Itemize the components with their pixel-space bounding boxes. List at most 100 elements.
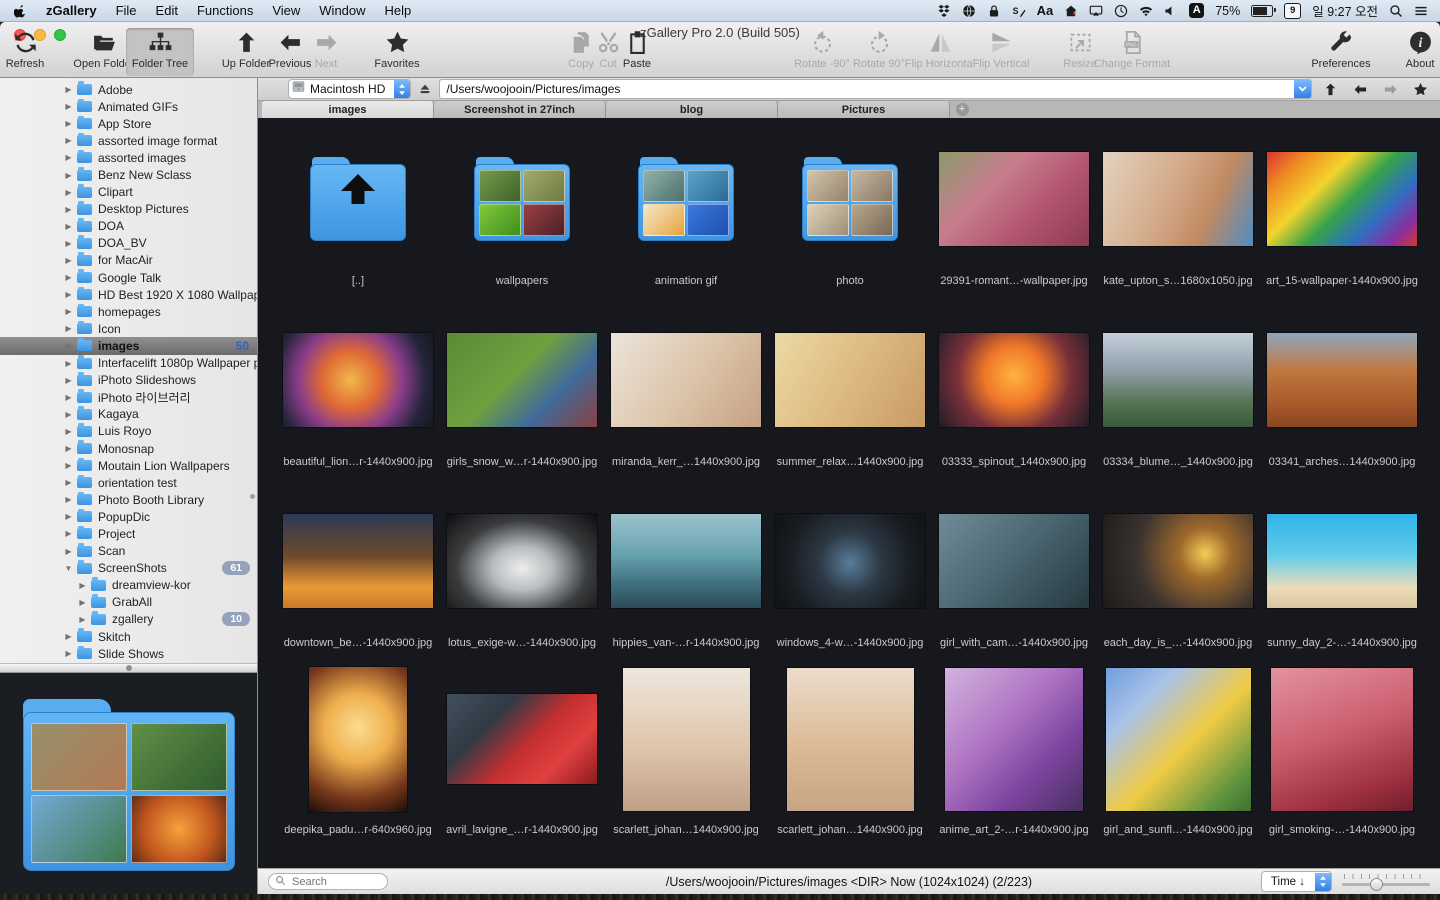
input-source-icon[interactable]: A <box>1189 3 1204 18</box>
text-size-icon[interactable]: Aa <box>1037 3 1054 18</box>
grid-item-image[interactable]: summer_relax…1440x900.jpg <box>768 330 932 511</box>
grid-item-image[interactable]: avril_lavigne_…r-1440x900.jpg <box>440 666 604 836</box>
triangle-right-icon[interactable]: ▶ <box>62 153 75 162</box>
menu-item-edit[interactable]: Edit <box>156 3 178 18</box>
grid-item-image[interactable]: lotus_exige-w…-1440x900.jpg <box>440 511 604 666</box>
path-input[interactable]: /Users/woojooin/Pictures/images <box>439 79 1312 99</box>
sidebar-item-skitch[interactable]: ▶Skitch <box>0 628 257 645</box>
triangle-right-icon[interactable]: ▶ <box>62 119 75 128</box>
sidebar-item-iphoto[interactable]: ▶iPhoto 라이브러리 <box>0 389 257 406</box>
tab-screenshot-in-27inch[interactable]: Screenshot in 27inch <box>434 101 606 118</box>
sidebar-item-zgallery[interactable]: ▶zgallery10 <box>0 611 257 628</box>
triangle-right-icon[interactable]: ▶ <box>62 239 75 248</box>
grid-item-image[interactable]: 03333_spinout_1440x900.jpg <box>932 330 1096 511</box>
sidebar-item-screenshots[interactable]: ▼ScreenShots61 <box>0 560 257 577</box>
triangle-right-icon[interactable]: ▶ <box>62 393 75 402</box>
triangle-right-icon[interactable]: ▶ <box>62 273 75 282</box>
grid-item-image[interactable]: each_day_is_…-1440x900.jpg <box>1096 511 1260 666</box>
grid-item-image[interactable]: girl_smoking-…-1440x900.jpg <box>1260 666 1424 836</box>
tree-scrollbar[interactable] <box>250 494 255 499</box>
grid-item-image[interactable]: art_15-wallpaper-1440x900.jpg <box>1260 149 1424 330</box>
wifi-icon[interactable] <box>1139 4 1153 18</box>
sidebar-item-scan[interactable]: ▶Scan <box>0 543 257 560</box>
sidebar-item-iphoto-slideshows[interactable]: ▶iPhoto Slideshows <box>0 372 257 389</box>
triangle-right-icon[interactable]: ▶ <box>62 205 75 214</box>
sidebar-item-for-macair[interactable]: ▶for MacAir <box>0 252 257 269</box>
tree-button[interactable]: Folder Tree <box>126 28 194 76</box>
grid-item-image[interactable]: scarlett_johan…1440x900.jpg <box>604 666 768 836</box>
grid-item-image[interactable]: downtown_be…-1440x900.jpg <box>276 511 440 666</box>
sidebar-item-google-talk[interactable]: ▶Google Talk <box>0 269 257 286</box>
triangle-right-icon[interactable]: ▶ <box>62 102 75 111</box>
notification-center-icon[interactable] <box>1414 4 1428 18</box>
grid-item-image[interactable]: scarlett_johan…1440x900.jpg <box>768 666 932 836</box>
battery-icon[interactable] <box>1251 5 1273 17</box>
search-input[interactable] <box>268 873 388 890</box>
tab-pictures[interactable]: Pictures <box>778 101 950 118</box>
sidebar-item-doa[interactable]: ▶DOA <box>0 218 257 235</box>
triangle-right-icon[interactable]: ▶ <box>62 188 75 197</box>
sidebar-item-orientation-test[interactable]: ▶orientation test <box>0 474 257 491</box>
grid-item-image[interactable]: 29391-romant…-wallpaper.jpg <box>932 149 1096 330</box>
path-back-button[interactable] <box>1349 82 1372 97</box>
triangle-right-icon[interactable]: ▶ <box>76 598 89 607</box>
triangle-right-icon[interactable]: ▶ <box>76 581 89 590</box>
sidebar-item-benz-new-sclass[interactable]: ▶Benz New Sclass <box>0 166 257 183</box>
grid-item-image[interactable]: 03341_arches…1440x900.jpg <box>1260 330 1424 511</box>
time-machine-icon[interactable] <box>1114 4 1128 18</box>
sidebar-item-adobe[interactable]: ▶Adobe <box>0 81 257 98</box>
triangle-right-icon[interactable]: ▶ <box>62 529 75 538</box>
volume-stepper-icon[interactable] <box>394 80 410 98</box>
calendar-icon[interactable]: 9 <box>1284 3 1301 19</box>
triangle-right-icon[interactable]: ▶ <box>62 171 75 180</box>
tab-blog[interactable]: blog <box>606 101 778 118</box>
grid-item-image[interactable]: girl_with_cam…-1440x900.jpg <box>932 511 1096 666</box>
dropbox-icon[interactable] <box>937 4 951 18</box>
grid-item-image[interactable]: hippies_van-…r-1440x900.jpg <box>604 511 768 666</box>
menu-item-functions[interactable]: Functions <box>197 3 253 18</box>
sort-stepper-icon[interactable] <box>1315 873 1331 891</box>
sidebar-item-luis-royo[interactable]: ▶Luis Royo <box>0 423 257 440</box>
grid-item-image[interactable]: deepika_padu…r-640x960.jpg <box>276 666 440 836</box>
triangle-right-icon[interactable]: ▶ <box>62 324 75 333</box>
path-favorite-button[interactable] <box>1409 82 1432 97</box>
menu-item-view[interactable]: View <box>272 3 300 18</box>
lock-icon[interactable] <box>987 4 1001 18</box>
menu-app-name[interactable]: zGallery <box>46 3 97 18</box>
sidebar-item-moutain-lion-wallpapers[interactable]: ▶Moutain Lion Wallpapers <box>0 457 257 474</box>
grid-item-image[interactable]: 03334_blume…_1440x900.jpg <box>1096 330 1260 511</box>
sidebar-item-monosnap[interactable]: ▶Monosnap <box>0 440 257 457</box>
triangle-right-icon[interactable]: ▶ <box>62 632 75 641</box>
grid-item-image[interactable]: anime_art_2-…r-1440x900.jpg <box>932 666 1096 836</box>
triangle-right-icon[interactable]: ▶ <box>62 649 75 658</box>
triangle-right-icon[interactable]: ▶ <box>62 495 75 504</box>
prefs-button[interactable]: Preferences <box>1309 28 1373 76</box>
sidebar-item-project[interactable]: ▶Project <box>0 525 257 542</box>
chevron-down-icon[interactable] <box>1294 80 1311 98</box>
slider-knob[interactable] <box>1370 878 1383 891</box>
sidebar-item-photo-booth-library[interactable]: ▶Photo Booth Library <box>0 491 257 508</box>
menu-item-file[interactable]: File <box>116 3 137 18</box>
grid-item-folder[interactable]: wallpapers <box>440 149 604 330</box>
triangle-right-icon[interactable]: ▶ <box>62 256 75 265</box>
triangle-right-icon[interactable]: ▶ <box>62 427 75 436</box>
grid-item-folder[interactable]: [..] <box>276 149 440 330</box>
triangle-right-icon[interactable]: ▶ <box>62 85 75 94</box>
triangle-right-icon[interactable]: ▶ <box>62 512 75 521</box>
menu-item-help[interactable]: Help <box>385 3 412 18</box>
sidebar-item-desktop-pictures[interactable]: ▶Desktop Pictures <box>0 201 257 218</box>
battery-percentage[interactable]: 75% <box>1215 4 1240 18</box>
spotlight-icon[interactable] <box>1389 4 1403 18</box>
sidebar-item-homepages[interactable]: ▶homepages <box>0 303 257 320</box>
apple-menu-icon[interactable] <box>14 4 27 18</box>
grid-item-folder[interactable]: animation gif <box>604 149 768 330</box>
sort-order-select[interactable]: Time ↓ <box>1261 871 1332 892</box>
fav-button[interactable]: Favorites <box>371 28 423 76</box>
tab-images[interactable]: images <box>262 101 434 118</box>
grid-item-image[interactable]: kate_upton_s…1680x1050.jpg <box>1096 149 1260 330</box>
stylus-icon[interactable]: S <box>1012 4 1026 18</box>
triangle-right-icon[interactable]: ▶ <box>62 359 75 368</box>
sidebar-item-hd-best-1920-x-1080-wallpap[interactable]: ▶HD Best 1920 X 1080 Wallpap… <box>0 286 257 303</box>
path-up-button[interactable] <box>1319 82 1342 97</box>
grid-item-image[interactable]: girls_snow_w…r-1440x900.jpg <box>440 330 604 511</box>
